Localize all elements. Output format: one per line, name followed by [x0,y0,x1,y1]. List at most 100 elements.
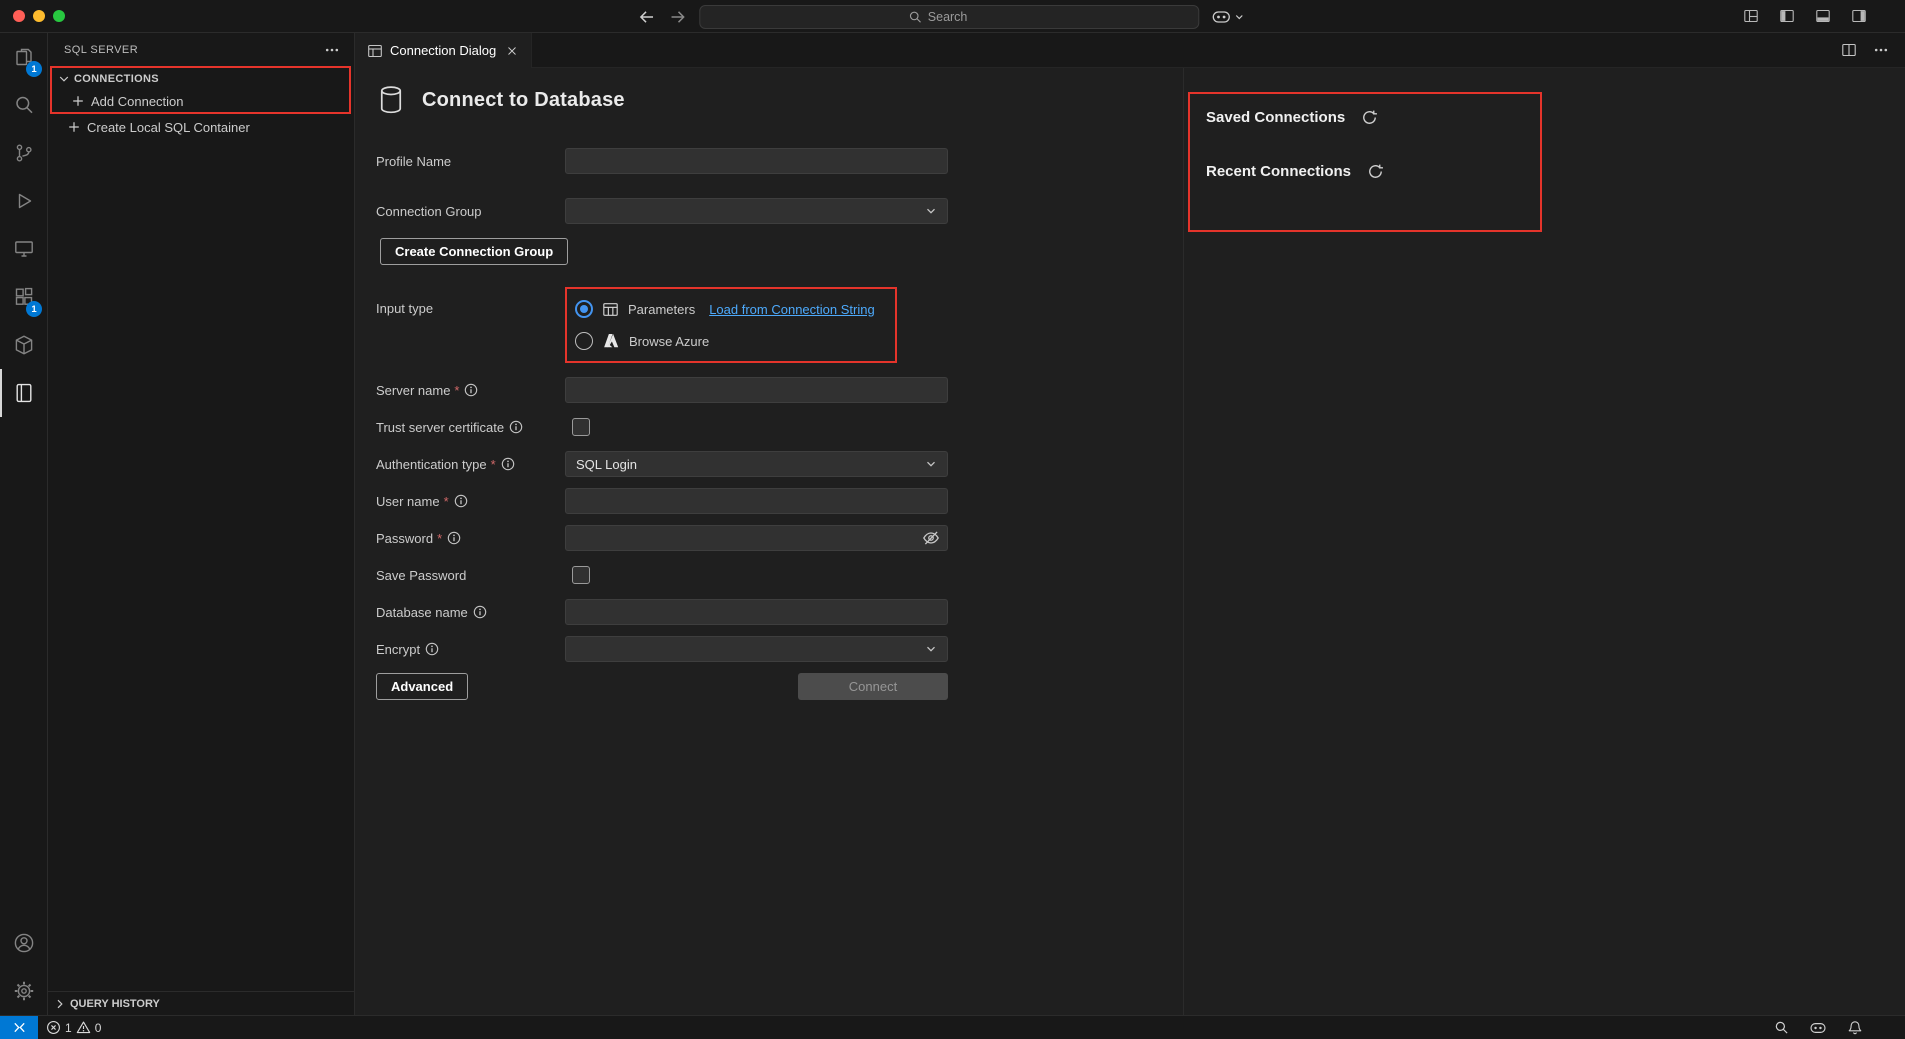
gear-icon [12,979,36,1003]
info-icon[interactable] [454,494,468,508]
refresh-saved-connections-button[interactable] [1359,107,1380,128]
activity-item-remote-explorer[interactable] [0,225,47,273]
package-icon [12,333,36,357]
chevron-down-icon [925,458,937,470]
copilot-status[interactable] [1801,1016,1835,1039]
advanced-button[interactable]: Advanced [376,673,468,700]
split-editor-button[interactable] [1839,40,1859,60]
trust-server-certificate-label: Trust server certificate [376,420,565,435]
user-name-label: User name * [376,494,565,509]
tree-item-add-connection[interactable]: Add Connection [52,90,349,112]
password-input[interactable] [565,525,948,551]
server-name-label: Server name * [376,383,565,398]
required-marker: * [444,494,449,509]
forward-button[interactable] [667,6,689,28]
activity-item-run-debug[interactable] [0,177,47,225]
close-tab-button[interactable] [503,42,521,60]
info-icon[interactable] [509,420,523,434]
connection-form: Connect to Database Profile Name Connect… [355,68,1183,1015]
editor-actions [1839,33,1905,67]
database-icon [376,84,406,116]
user-name-input[interactable] [565,488,948,514]
load-from-connection-string-link[interactable]: Load from Connection String [709,302,874,317]
zoom-indicator[interactable] [1766,1016,1797,1039]
toggle-panel-button[interactable] [1813,6,1833,26]
command-center-search[interactable] [699,5,1199,29]
radio-button[interactable] [575,332,593,350]
recent-connections-title: Recent Connections [1206,163,1351,180]
activity-item-settings[interactable] [0,967,47,1015]
profile-name-input[interactable] [565,148,948,174]
connections-section-header[interactable]: CONNECTIONS [52,68,349,90]
trust-server-certificate-checkbox[interactable] [572,418,590,436]
radio-option-parameters[interactable]: Parameters Load from Connection String [575,297,881,321]
editor-more-actions-button[interactable] [1871,40,1891,60]
activity-item-extensions[interactable]: 1 [0,273,47,321]
maximize-window-button[interactable] [53,10,65,22]
info-icon[interactable] [447,531,461,545]
close-window-button[interactable] [13,10,25,22]
activity-item-explorer[interactable]: 1 [0,33,47,81]
info-icon[interactable] [473,605,487,619]
connection-group-select[interactable] [565,198,948,224]
saved-connections-row: Saved Connections [1206,104,1540,130]
tree-item-create-local-sql-container[interactable]: Create Local SQL Container [48,116,354,138]
required-marker: * [454,383,459,398]
copilot-menu-button[interactable] [1209,7,1246,27]
info-icon[interactable] [501,457,515,471]
radio-option-browse-azure[interactable]: Browse Azure [575,329,881,353]
tab-bar: Connection Dialog [355,33,1905,68]
activity-item-containers[interactable] [0,321,47,369]
back-button[interactable] [635,6,657,28]
form-row-profile-name: Profile Name [376,148,948,174]
activity-item-source-control[interactable] [0,129,47,177]
source-control-branch-icon [12,141,36,165]
label-text: Trust server certificate [376,420,504,435]
server-name-input[interactable] [565,377,948,403]
label-text: Database name [376,605,468,620]
toggle-password-visibility-button[interactable] [922,529,940,547]
encrypt-select[interactable] [565,636,948,662]
chevron-right-icon [52,996,68,1012]
error-icon [46,1020,61,1035]
save-password-checkbox[interactable] [572,566,590,584]
label-text: Encrypt [376,642,420,657]
minimize-window-button[interactable] [33,10,45,22]
toggle-primary-sidebar-button[interactable] [1777,6,1797,26]
problems-indicator[interactable]: 1 0 [38,1016,109,1039]
search-input[interactable] [928,10,990,24]
info-icon[interactable] [464,383,478,397]
remote-indicator[interactable] [0,1016,38,1039]
input-type-label: Input type [376,287,565,316]
connect-button[interactable]: Connect [798,673,948,700]
magnifier-icon [1774,1020,1789,1035]
database-name-input[interactable] [565,599,948,625]
activity-item-accounts[interactable] [0,919,47,967]
refresh-icon [1367,163,1384,180]
authentication-type-select[interactable]: SQL Login [565,451,948,477]
notifications-indicator[interactable] [1839,1016,1871,1039]
layout-grid-icon [1743,8,1759,24]
connection-group-label: Connection Group [376,204,565,219]
label-text: Password [376,531,433,546]
tab-connection-dialog[interactable]: Connection Dialog [355,33,532,68]
label-text: Server name [376,383,450,398]
radio-button-selected[interactable] [575,300,593,318]
customize-layout-button[interactable] [1741,6,1761,26]
panel-right-icon [1851,8,1867,24]
activity-item-search[interactable] [0,81,47,129]
explorer-badge: 1 [26,61,42,77]
activity-item-sql-server[interactable] [0,369,47,417]
toggle-secondary-sidebar-button[interactable] [1849,6,1869,26]
refresh-recent-connections-button[interactable] [1365,161,1386,182]
annotation-box-input-type: Parameters Load from Connection String B… [565,287,897,363]
sidebar-more-actions-button[interactable] [322,40,342,60]
parameters-option-label: Parameters [628,302,695,317]
info-icon[interactable] [425,642,439,656]
create-connection-group-button[interactable]: Create Connection Group [380,238,568,265]
query-history-section-header[interactable]: QUERY HISTORY [48,991,354,1015]
page-heading: Connect to Database [376,84,1183,116]
warning-count: 0 [95,1021,102,1035]
label-text: Authentication type [376,457,487,472]
save-password-label: Save Password [376,568,565,583]
